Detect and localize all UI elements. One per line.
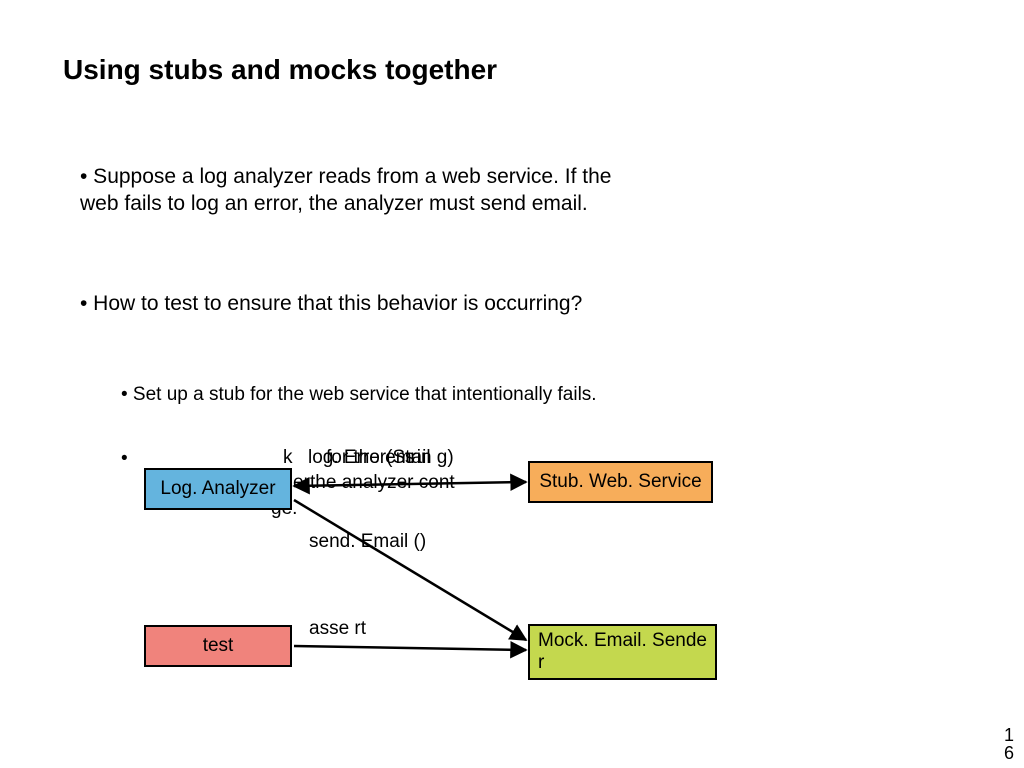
slide-title: Using stubs and mocks together <box>63 54 497 86</box>
node-mock-email-sender: Mock. Email. Sende r <box>528 624 717 680</box>
node-stub-web-service: Stub. Web. Service <box>528 461 713 503</box>
page-number-top: 1 <box>1002 726 1016 744</box>
edge-label-send-email: send. Email () <box>309 532 426 553</box>
page-number-bottom: 6 <box>1002 744 1016 762</box>
bullet-1: • Suppose a log analyzer reads from a we… <box>80 163 640 218</box>
node-test: test <box>144 625 292 667</box>
page-number: 1 6 <box>1002 726 1016 762</box>
bullet-2: • How to test to ensure that this behavi… <box>80 290 640 317</box>
edge-label-assert: asse rt <box>309 619 366 640</box>
text-fragment: k <box>283 447 293 469</box>
text-fragment: er <box>293 472 310 494</box>
sub-bullet-1: • Set up a stub for the web service that… <box>121 383 661 408</box>
node-log-analyzer: Log. Analyzer <box>144 468 292 510</box>
text-fragment: the analyzer cont <box>310 472 455 494</box>
edge-label-log-error: log. Error(Strin g) <box>308 448 454 469</box>
